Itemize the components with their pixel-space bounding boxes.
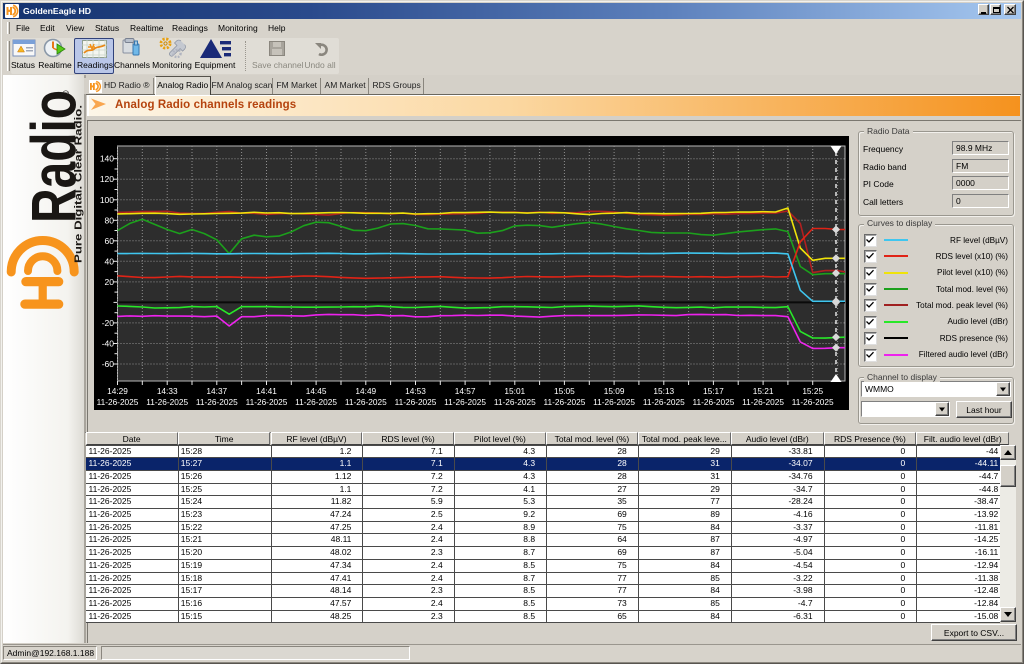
svg-text:11-26-2025: 11-26-2025 (692, 397, 734, 407)
svg-text:Pure Digital. Clear Radio.: Pure Digital. Clear Radio. (73, 105, 85, 263)
svg-text:14:53: 14:53 (405, 386, 426, 396)
svg-text:11-26-2025: 11-26-2025 (494, 397, 536, 407)
svg-text:11-26-2025: 11-26-2025 (643, 397, 685, 407)
svg-text:15:17: 15:17 (703, 386, 724, 396)
svg-text:14:37: 14:37 (206, 386, 227, 396)
svg-text:11-26-2025: 11-26-2025 (543, 397, 585, 407)
svg-text:11-26-2025: 11-26-2025 (395, 397, 437, 407)
svg-text:®: ® (61, 90, 71, 97)
svg-text:80: 80 (105, 215, 115, 225)
svg-text:14:57: 14:57 (455, 386, 476, 396)
svg-text:14:41: 14:41 (256, 386, 277, 396)
svg-text:11-26-2025: 11-26-2025 (593, 397, 635, 407)
svg-text:20: 20 (105, 277, 115, 287)
svg-text:11-26-2025: 11-26-2025 (345, 397, 387, 407)
svg-text:14:29: 14:29 (107, 386, 128, 396)
svg-text:11-26-2025: 11-26-2025 (295, 397, 337, 407)
svg-text:14:45: 14:45 (306, 386, 327, 396)
svg-text:-40: -40 (102, 339, 115, 349)
svg-text:11-26-2025: 11-26-2025 (146, 397, 188, 407)
svg-text:100: 100 (100, 195, 114, 205)
svg-text:40: 40 (105, 256, 115, 266)
svg-text:15:21: 15:21 (753, 386, 774, 396)
svg-text:11-26-2025: 11-26-2025 (196, 397, 238, 407)
svg-text:11-26-2025: 11-26-2025 (742, 397, 784, 407)
svg-text:60: 60 (105, 236, 115, 246)
svg-text:11-26-2025: 11-26-2025 (97, 397, 139, 407)
svg-text:120: 120 (100, 174, 114, 184)
svg-text:14:33: 14:33 (157, 386, 178, 396)
svg-text:11-26-2025: 11-26-2025 (246, 397, 288, 407)
svg-text:-20: -20 (102, 318, 115, 328)
svg-text:140: 140 (100, 154, 114, 164)
svg-text:15:25: 15:25 (802, 386, 823, 396)
svg-text:15:01: 15:01 (504, 386, 525, 396)
svg-text:14:49: 14:49 (355, 386, 376, 396)
svg-text:15:13: 15:13 (653, 386, 674, 396)
svg-text:15:09: 15:09 (604, 386, 625, 396)
svg-text:-60: -60 (102, 359, 115, 369)
svg-text:15:05: 15:05 (554, 386, 575, 396)
svg-text:11-26-2025: 11-26-2025 (792, 397, 834, 407)
svg-text:11-26-2025: 11-26-2025 (444, 397, 486, 407)
